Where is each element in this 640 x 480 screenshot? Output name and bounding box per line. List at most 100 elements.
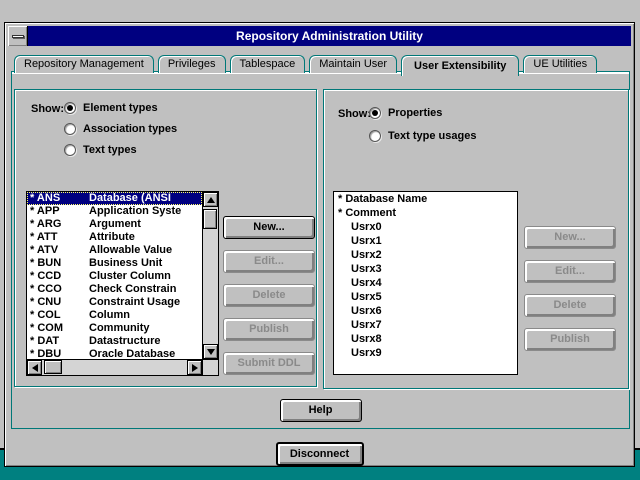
action-button[interactable]: New... [223, 216, 315, 239]
list-item[interactable]: Usrx2 [334, 248, 517, 262]
list-item[interactable]: * ARG Argument [27, 218, 202, 231]
element-name: Community [89, 322, 202, 335]
radio-option[interactable]: Text types [64, 142, 177, 158]
list-item[interactable]: * ATV Allowable Value [27, 244, 202, 257]
tab[interactable]: Privileges [158, 55, 226, 73]
down-arrow-icon [207, 349, 215, 355]
list-item[interactable]: * CNU Constraint Usage [27, 296, 202, 309]
radio-icon [64, 102, 76, 114]
list-item[interactable]: Usrx0 [334, 220, 517, 234]
vertical-scroll-thumb[interactable] [203, 209, 217, 229]
element-name: Check Constrain [89, 283, 202, 296]
scroll-right-button[interactable] [187, 360, 202, 375]
list-item[interactable]: Usrx3 [334, 262, 517, 276]
horizontal-scrollbar[interactable] [27, 359, 202, 375]
list-item[interactable]: Usrx5 [334, 290, 517, 304]
tab[interactable]: Maintain User [309, 55, 397, 73]
tab-label: Maintain User [319, 58, 387, 70]
element-code: * APP [27, 205, 89, 218]
list-item[interactable]: Usrx4 [334, 276, 517, 290]
list-item[interactable]: Usrx1 [334, 234, 517, 248]
tab[interactable]: UE Utilities [523, 55, 597, 73]
tab-label: Tablespace [240, 58, 296, 70]
element-name: Datastructure [89, 335, 202, 348]
action-button[interactable]: Edit... [223, 250, 315, 273]
element-name: Argument [89, 218, 202, 231]
vertical-scroll-track[interactable] [203, 207, 218, 344]
horizontal-scroll-track[interactable] [42, 360, 187, 375]
action-button[interactable]: Publish [223, 318, 315, 341]
tab[interactable]: Tablespace [230, 55, 306, 73]
list-item[interactable]: * COM Community [27, 322, 202, 335]
desktop: Program Manager Repository Administratio… [0, 0, 640, 480]
action-button[interactable]: Delete [223, 284, 315, 307]
radio-option[interactable]: Element types [64, 100, 177, 116]
action-button[interactable]: Submit DDL [223, 352, 315, 375]
element-name: Oracle Database [89, 348, 202, 359]
list-item[interactable]: * DBU Oracle Database [27, 348, 202, 359]
tab[interactable]: Repository Management [14, 55, 154, 73]
element-name: Attribute [89, 231, 202, 244]
list-item[interactable]: Usrx7 [334, 318, 517, 332]
element-code: * CCO [27, 283, 89, 296]
scroll-left-button[interactable] [27, 360, 42, 375]
radio-option-label: Element types [83, 102, 158, 114]
element-name: Database (ANSI [89, 192, 202, 205]
list-item[interactable]: * COL Column [27, 309, 202, 322]
list-item[interactable]: * BUN Business Unit [27, 257, 202, 270]
tab[interactable]: User Extensibility [401, 55, 519, 76]
radio-icon [369, 130, 381, 142]
action-button[interactable]: New... [524, 226, 616, 249]
system-menu-dash-icon [12, 35, 24, 38]
disconnect-button[interactable]: Disconnect [276, 442, 364, 466]
left-show-options: Element types Association types Text typ… [64, 100, 177, 158]
horizontal-scroll-thumb[interactable] [44, 360, 62, 374]
vertical-scrollbar[interactable] [202, 192, 218, 359]
list-item[interactable]: * Database Name [334, 192, 517, 206]
radio-option[interactable]: Text type usages [369, 128, 476, 144]
list-item[interactable]: Usrx6 [334, 304, 517, 318]
element-code: * DBU [27, 348, 89, 359]
list-item[interactable]: * Comment [334, 206, 517, 220]
element-code: * CNU [27, 296, 89, 309]
scroll-down-button[interactable] [203, 344, 218, 359]
action-button[interactable]: Publish [524, 328, 616, 351]
list-item[interactable]: * ANS Database (ANSI [27, 192, 202, 205]
scrollbar-corner [202, 359, 218, 375]
list-item[interactable]: * APP Application Syste [27, 205, 202, 218]
help-button[interactable]: Help [280, 399, 362, 422]
list-item[interactable]: * ATT Attribute [27, 231, 202, 244]
element-name: Business Unit [89, 257, 202, 270]
properties-section: Show: Properties Text type usages [323, 89, 629, 389]
action-button[interactable]: Edit... [524, 260, 616, 283]
list-item[interactable]: * DAT Datastructure [27, 335, 202, 348]
radio-option[interactable]: Properties [369, 105, 476, 121]
radio-icon [64, 123, 76, 135]
element-name: Application Syste [89, 205, 202, 218]
tab-label: UE Utilities [533, 58, 587, 70]
list-item[interactable]: Usrx8 [334, 332, 517, 346]
scroll-up-button[interactable] [203, 192, 218, 207]
right-show-options: Properties Text type usages [369, 105, 476, 144]
element-code: * ATT [27, 231, 89, 244]
user-extensibility-panel: Show: Element types Association types [11, 71, 630, 429]
left-arrow-icon [32, 364, 38, 372]
radio-option[interactable]: Association types [64, 121, 177, 137]
element-actions: New... Edit... Delete Publish Submit DDL [223, 216, 315, 375]
list-item[interactable]: * CCO Check Constrain [27, 283, 202, 296]
list-item[interactable]: * CCD Cluster Column [27, 270, 202, 283]
property-actions: New... Edit... Delete Publish [524, 226, 616, 351]
properties-list: * Database Name * Comment Usrx0 Usrx1 Us… [333, 191, 518, 375]
element-name: Column [89, 309, 202, 322]
radio-option-label: Text type usages [388, 130, 476, 142]
list-item[interactable]: Usrx9 [334, 346, 517, 360]
element-code: * COM [27, 322, 89, 335]
show-label: Show: [31, 103, 64, 115]
action-button[interactable]: Delete [524, 294, 616, 317]
element-types-list: * ANS Database (ANSI * APP Application S… [26, 191, 219, 376]
element-name: Allowable Value [89, 244, 202, 257]
window-titlebar[interactable]: Repository Administration Utility [8, 26, 631, 46]
tab-label: User Extensibility [414, 60, 506, 72]
tab-label: Repository Management [24, 58, 144, 70]
window-system-menu-button[interactable] [8, 26, 28, 46]
